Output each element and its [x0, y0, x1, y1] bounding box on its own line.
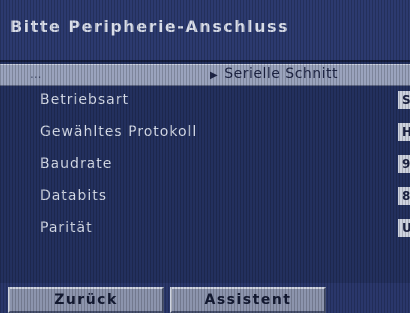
- settings-list: Betriebsart S Gewähltes Protokoll H Baud…: [0, 85, 410, 285]
- setting-value[interactable]: 9: [398, 155, 410, 173]
- setting-row-paritaet[interactable]: Parität U: [0, 213, 410, 245]
- back-button[interactable]: Zurück: [8, 287, 164, 313]
- page-title: Bitte Peripherie-Anschluss: [10, 17, 290, 36]
- title-bar: Bitte Peripherie-Anschluss: [0, 0, 410, 62]
- setting-value[interactable]: 8: [398, 187, 410, 205]
- assistant-button[interactable]: Assistent: [170, 287, 326, 313]
- setting-value[interactable]: S: [398, 91, 410, 109]
- setting-label: Databits: [40, 188, 107, 204]
- setting-row-baudrate[interactable]: Baudrate 9: [0, 149, 410, 181]
- setting-row-betriebsart[interactable]: Betriebsart S: [0, 85, 410, 117]
- title-divider: [0, 60, 410, 62]
- setting-label: Baudrate: [40, 156, 113, 172]
- screen: Bitte Peripherie-Anschluss ... ▶ Serielle…: [0, 0, 410, 313]
- setting-row-databits[interactable]: Databits 8: [0, 181, 410, 213]
- setting-value[interactable]: U: [398, 219, 410, 237]
- setting-label: Betriebsart: [40, 92, 129, 108]
- breadcrumb-current: ▶ Serielle Schnitt: [210, 66, 338, 82]
- setting-label: Gewähltes Protokoll: [40, 124, 198, 140]
- setting-value[interactable]: H: [398, 123, 410, 141]
- breadcrumb[interactable]: ... ▶ Serielle Schnitt: [0, 64, 410, 86]
- footer-bar: Zurück Assistent: [0, 283, 410, 313]
- triangle-right-icon: ▶: [210, 70, 219, 81]
- setting-label: Parität: [40, 220, 93, 236]
- breadcrumb-current-label: Serielle Schnitt: [224, 66, 339, 82]
- setting-row-protokoll[interactable]: Gewähltes Protokoll H: [0, 117, 410, 149]
- breadcrumb-ellipsis: ...: [30, 67, 42, 81]
